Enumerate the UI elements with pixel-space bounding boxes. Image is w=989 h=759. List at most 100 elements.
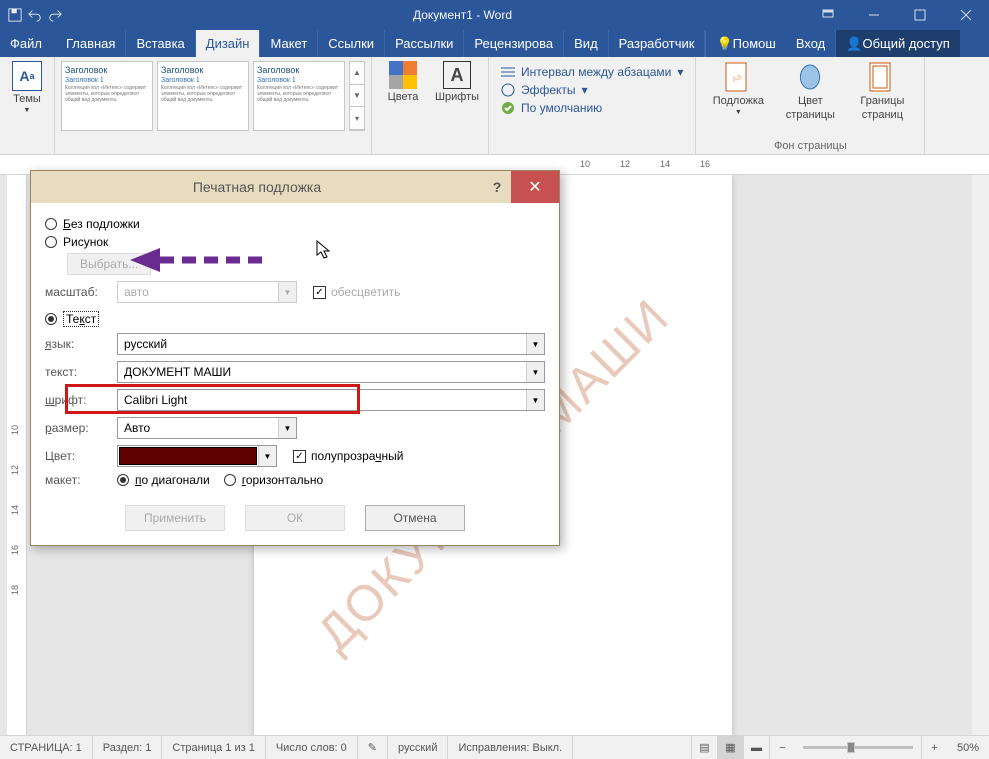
tab-review[interactable]: Рецензирова	[464, 30, 564, 57]
radio-diagonal-label: по диагонали	[135, 473, 210, 487]
status-page[interactable]: СТРАНИЦА: 1	[0, 736, 93, 759]
washout-label: обесцветить	[331, 285, 400, 299]
status-words[interactable]: Число слов: 0	[266, 736, 358, 759]
radio-text[interactable]: Текст	[45, 311, 545, 327]
dialog-help-button[interactable]: ?	[483, 179, 511, 195]
tell-me[interactable]: 💡 Помош	[705, 30, 785, 57]
tab-references[interactable]: Ссылки	[318, 30, 385, 57]
status-language[interactable]: русский	[388, 736, 448, 759]
themes-icon: Aa	[12, 61, 42, 91]
zoom-in-button[interactable]: +	[921, 736, 947, 759]
tab-view[interactable]: Вид	[564, 30, 609, 57]
set-default-button[interactable]: По умолчанию	[501, 101, 683, 115]
color-label: Цвет:	[45, 449, 117, 463]
radio-text-label: Текст	[63, 311, 99, 327]
view-web-layout[interactable]: ▬	[743, 736, 769, 759]
tab-developer[interactable]: Разработчик	[609, 30, 706, 57]
ribbon-options-button[interactable]	[805, 0, 851, 30]
page-color-button[interactable]: Цвет страницы	[774, 61, 846, 121]
washout-checkbox	[313, 286, 326, 299]
themes-label: Темы	[13, 93, 41, 105]
zoom-out-button[interactable]: −	[769, 736, 795, 759]
gallery-expand[interactable]: ▲▼▾	[349, 61, 365, 131]
semitransparent-label: полупрозрачный	[311, 449, 403, 463]
undo-icon[interactable]	[28, 8, 42, 22]
ruler-v-tick: 18	[10, 585, 20, 595]
paragraph-spacing-button[interactable]: Интервал между абзацами ▾	[501, 65, 683, 79]
font-combo[interactable]: Calibri Light▼	[117, 389, 545, 411]
ruler-vertical[interactable]: 10 12 14 16 18	[7, 175, 27, 735]
page-borders-button[interactable]: Границы страниц	[846, 61, 918, 121]
chevron-down-icon: ▼	[258, 446, 276, 466]
close-button[interactable]	[943, 0, 989, 30]
sign-in[interactable]: Вход	[786, 30, 835, 57]
group-page-background-label: Фон страницы	[702, 138, 918, 152]
watermark-label: Подложка	[713, 95, 764, 107]
style-thumb[interactable]: ЗаголовокЗаголовок 1Коллекция кол «Интен…	[157, 61, 249, 131]
select-picture-button: Выбрать...	[67, 253, 151, 275]
view-print-layout[interactable]: ▦	[717, 736, 743, 759]
share-button[interactable]: 👤 Общий доступ	[835, 30, 960, 57]
color-picker[interactable]: ▼	[117, 445, 277, 467]
status-page-of[interactable]: Страница 1 из 1	[162, 736, 265, 759]
dialog-title-bar[interactable]: Печатная подложка ? ✕	[31, 171, 559, 203]
size-combo[interactable]: Авто▼	[117, 417, 297, 439]
language-label: язык:	[45, 337, 117, 351]
text-value: ДОКУМЕНТ МАШИ	[118, 365, 526, 379]
ruler-v-tick: 10	[10, 425, 20, 435]
spacing-label: Интервал между абзацами	[521, 65, 671, 79]
effects-button[interactable]: Эффекты ▾	[501, 83, 683, 97]
colors-button[interactable]: Цвета	[378, 61, 428, 152]
dialog-close-button[interactable]: ✕	[511, 171, 559, 203]
radio-diagonal[interactable]	[117, 474, 129, 486]
vertical-scrollbar[interactable]	[972, 175, 989, 735]
tab-mailings[interactable]: Рассылки	[385, 30, 464, 57]
redo-icon[interactable]	[48, 8, 62, 22]
borders-label: Границы	[860, 95, 904, 107]
fonts-label: Шрифты	[435, 91, 479, 103]
layout-label: макет:	[45, 473, 117, 487]
radio-no-watermark[interactable]: Без подложки	[45, 217, 545, 231]
cancel-button[interactable]: Отмена	[365, 505, 465, 531]
page-color-label2: страницы	[786, 109, 835, 121]
tab-insert[interactable]: Вставка	[126, 30, 195, 57]
tab-design[interactable]: Дизайн	[196, 30, 261, 57]
view-read-mode[interactable]: ▤	[691, 736, 717, 759]
slider-thumb[interactable]	[847, 742, 855, 753]
save-icon[interactable]	[8, 8, 22, 22]
status-proofing-icon[interactable]: ✎	[358, 736, 388, 759]
minimize-button[interactable]	[851, 0, 897, 30]
themes-button[interactable]: Aa Темы ▼	[6, 61, 48, 114]
status-track-changes[interactable]: Исправления: Выкл.	[448, 736, 573, 759]
borders-label2: страниц	[862, 109, 903, 121]
ruler-tick: 12	[620, 159, 630, 169]
radio-icon	[45, 218, 57, 230]
status-section[interactable]: Раздел: 1	[93, 736, 163, 759]
semitransparent-checkbox[interactable]	[293, 450, 306, 463]
dialog-title: Печатная подложка	[31, 179, 483, 195]
style-thumb[interactable]: ЗаголовокЗаголовок 1Коллекция кол «Интен…	[61, 61, 153, 131]
radio-picture[interactable]: Рисунок	[45, 235, 545, 249]
watermark-button[interactable]: Aa Подложка▼	[702, 61, 774, 121]
style-gallery[interactable]: ЗаголовокЗаголовок 1Коллекция кол «Интен…	[61, 61, 365, 131]
zoom-level[interactable]: 50%	[947, 736, 989, 759]
tab-home[interactable]: Главная	[56, 30, 126, 57]
language-combo[interactable]: русский▼	[117, 333, 545, 355]
radio-horizontal-label: горизонтально	[242, 473, 323, 487]
fonts-button[interactable]: А Шрифты	[432, 61, 482, 152]
ruler-tick: 10	[580, 159, 590, 169]
zoom-slider[interactable]	[803, 746, 913, 749]
ruler-tick: 14	[660, 159, 670, 169]
scale-value: авто	[118, 285, 278, 299]
chevron-down-icon: ▼	[278, 418, 296, 438]
scale-combo: авто▼	[117, 281, 297, 303]
radio-horizontal[interactable]	[224, 474, 236, 486]
style-thumb[interactable]: ЗаголовокЗаголовок 1Коллекция кол «Интен…	[253, 61, 345, 131]
tab-layout[interactable]: Макет	[260, 30, 318, 57]
apply-button: Применить	[125, 505, 225, 531]
maximize-button[interactable]	[897, 0, 943, 30]
tab-file[interactable]: Файл	[0, 30, 56, 57]
text-combo[interactable]: ДОКУМЕНТ МАШИ▼	[117, 361, 545, 383]
window-title: Документ1 - Word	[120, 8, 805, 22]
chevron-down-icon: ▼	[526, 334, 544, 354]
